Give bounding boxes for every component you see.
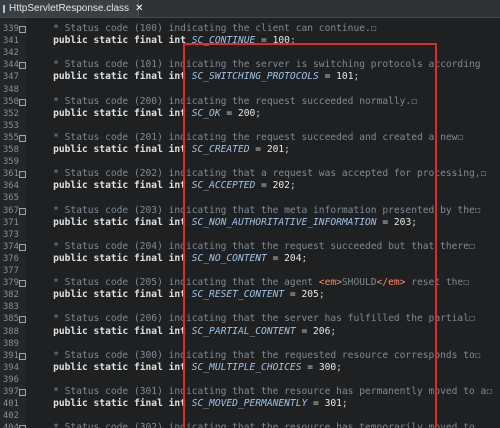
declaration-keywords: public static final int: [30, 325, 192, 337]
code-line: 339 * Status code (100) indicating the c…: [0, 23, 500, 35]
code-text: * Status code (100) indicating the clien…: [30, 23, 377, 35]
red-highlight-box: [183, 43, 437, 428]
folded-marker-icon: ☐: [480, 168, 487, 180]
fold-toggle-icon[interactable]: [19, 243, 26, 251]
line-number: 365: [3, 193, 19, 204]
line-number: 364: [3, 181, 19, 192]
declaration-keywords: public static final int: [30, 252, 192, 264]
close-icon[interactable]: ✕: [135, 3, 143, 14]
line-number: 373: [3, 229, 19, 240]
fold-toggle-icon[interactable]: [19, 171, 26, 179]
line-number: 376: [3, 253, 19, 264]
declaration-keywords: public static final int: [30, 144, 192, 155]
folded-marker-icon: ☐: [474, 349, 481, 361]
fold-toggle-icon[interactable]: [19, 316, 26, 324]
declaration-keywords: public static final int: [30, 216, 192, 228]
declaration-keywords: public static final int: [30, 71, 192, 83]
line-number: 371: [3, 217, 19, 228]
folded-marker-icon: ☐: [468, 240, 475, 252]
folded-marker-icon: ☐: [457, 131, 464, 143]
folded-marker-icon: ☐: [474, 204, 481, 216]
folded-marker-icon: ☐: [486, 386, 493, 397]
line-number: 341: [3, 36, 19, 47]
folded-marker-icon: ☐: [463, 277, 469, 289]
fold-toggle-icon[interactable]: [19, 280, 26, 288]
line-number: 359: [3, 157, 19, 168]
tab-httpservletresponse[interactable]: HttpServletResponse.class ✕: [0, 0, 143, 17]
fold-toggle-icon[interactable]: [19, 26, 26, 33]
code-editor[interactable]: 339 * Status code (100) indicating the c…: [0, 18, 500, 428]
editor-tab-bar: HttpServletResponse.class ✕: [0, 0, 500, 18]
line-number: 394: [3, 362, 19, 373]
declaration-keywords: public static final int: [30, 35, 192, 47]
line-number: 358: [3, 145, 19, 155]
line-number: 342: [3, 48, 19, 59]
declaration-keywords: public static final int: [30, 107, 192, 119]
line-number: 377: [3, 266, 19, 276]
line-number: 353: [3, 120, 19, 131]
fold-toggle-icon[interactable]: [19, 389, 26, 396]
folded-marker-icon: ☐: [370, 23, 377, 34]
declaration-keywords: public static final int: [30, 180, 192, 192]
line-number: 347: [3, 72, 19, 83]
declaration-keywords: public static final int: [30, 398, 192, 410]
fold-toggle-icon[interactable]: [19, 352, 26, 360]
javadoc-comment: * Status code (100) indicating the clien…: [30, 23, 371, 34]
line-number: 402: [3, 411, 19, 422]
declaration-keywords: public static final int: [30, 289, 192, 301]
line-number: 348: [3, 84, 19, 95]
fold-toggle-icon[interactable]: [19, 98, 26, 106]
line-number: 401: [3, 399, 19, 410]
class-file-icon: [3, 4, 5, 13]
line-number: 382: [3, 290, 19, 301]
line-number: 352: [3, 108, 19, 119]
fold-toggle-icon[interactable]: [19, 62, 26, 70]
line-number: 383: [3, 302, 19, 313]
line-number: 396: [3, 374, 19, 385]
declaration-keywords: public static final int: [30, 361, 192, 373]
folded-marker-icon: ☐: [468, 313, 475, 325]
fold-toggle-icon[interactable]: [19, 207, 26, 215]
line-number: 388: [3, 326, 19, 337]
line-number: 389: [3, 338, 19, 349]
fold-toggle-icon[interactable]: [19, 134, 26, 142]
tab-label: HttpServletResponse.class: [9, 3, 130, 14]
